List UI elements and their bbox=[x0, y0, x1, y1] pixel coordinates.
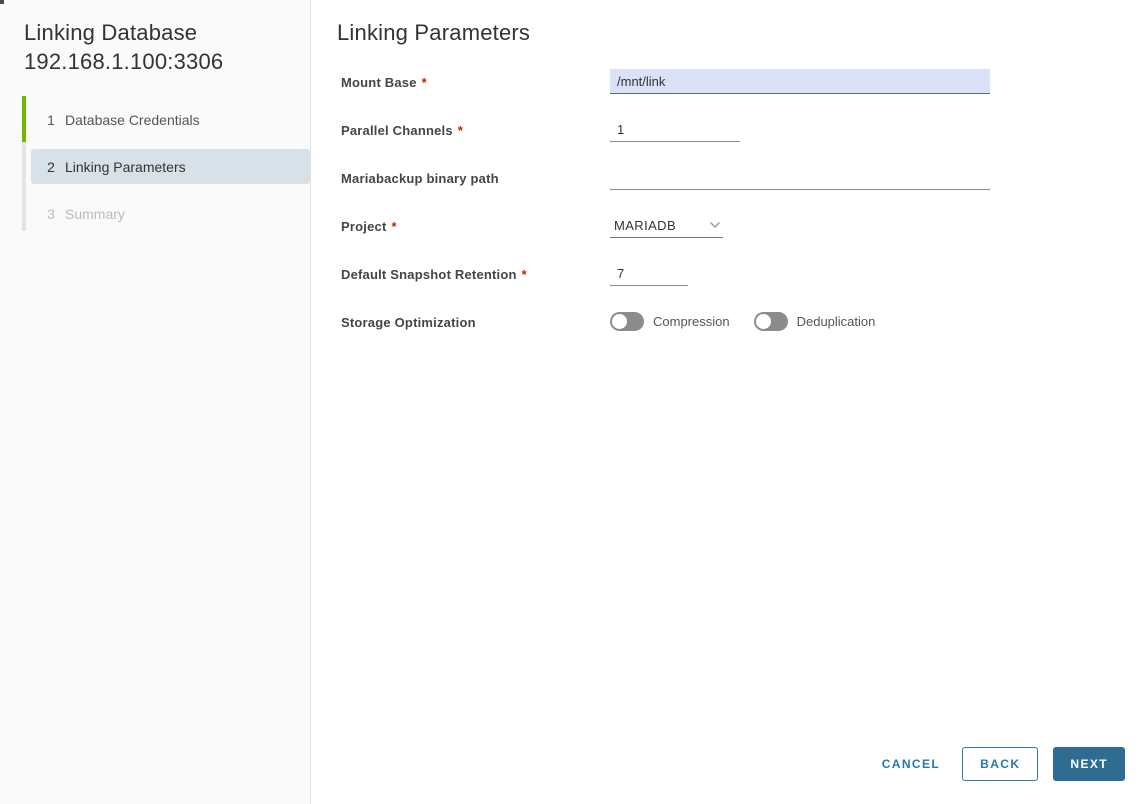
step-number: 2 bbox=[47, 158, 55, 175]
required-asterisk: * bbox=[391, 219, 397, 234]
parallel-channels-input[interactable] bbox=[610, 117, 740, 142]
project-label: Project * bbox=[341, 219, 397, 234]
snapshot-retention-label: Default Snapshot Retention * bbox=[341, 267, 527, 282]
required-asterisk: * bbox=[521, 267, 527, 282]
deduplication-toggle[interactable] bbox=[753, 312, 788, 331]
parallel-channels-row: Parallel Channels * bbox=[341, 117, 1148, 165]
required-asterisk: * bbox=[421, 75, 427, 90]
wizard-content: Linking Parameters Mount Base* Parallel … bbox=[311, 0, 1148, 804]
page-title: Linking Parameters bbox=[337, 20, 531, 45]
wizard-step-list: 1 Database Credentials 2 Linking Paramet… bbox=[0, 96, 310, 237]
wizard-footer: CANCEL BACK NEXT bbox=[882, 747, 1125, 781]
step-database-credentials[interactable]: 1 Database Credentials bbox=[0, 96, 310, 143]
mount-base-input[interactable] bbox=[610, 69, 990, 94]
step-summary: 3 Summary bbox=[0, 190, 310, 237]
wizard-title-line2: 192.168.1.100:3306 bbox=[24, 49, 224, 74]
wizard-sidebar: Linking Database 192.168.1.100:3306 1 Da… bbox=[0, 0, 311, 804]
compression-toggle[interactable] bbox=[610, 312, 644, 331]
deduplication-toggle-group: Deduplication bbox=[753, 312, 876, 331]
step-linking-parameters[interactable]: 2 Linking Parameters bbox=[0, 143, 310, 190]
step-number: 1 bbox=[47, 111, 55, 128]
next-button[interactable]: NEXT bbox=[1053, 747, 1125, 781]
back-button[interactable]: BACK bbox=[962, 747, 1039, 781]
storage-optimization-row: Storage Optimization Compression Dedupli… bbox=[341, 309, 1148, 357]
cancel-button[interactable]: CANCEL bbox=[882, 747, 940, 781]
step-label: Linking Parameters bbox=[65, 158, 186, 175]
project-selected-value: MARIADB bbox=[614, 217, 677, 233]
step-number: 3 bbox=[47, 205, 55, 222]
mount-base-label: Mount Base * bbox=[341, 75, 427, 90]
storage-optimization-label: Storage Optimization bbox=[341, 315, 476, 330]
linking-parameters-form: Mount Base* Parallel Channels* Mariaback… bbox=[341, 69, 1148, 357]
mariabackup-path-row: Mariabackup binary path bbox=[341, 165, 1148, 213]
mariabackup-path-input[interactable] bbox=[610, 165, 990, 190]
project-select[interactable]: MARIADB bbox=[610, 213, 723, 238]
wizard-title-line1: Linking Database bbox=[24, 20, 198, 45]
toggle-knob bbox=[612, 314, 627, 329]
wizard-title: Linking Database 192.168.1.100:3306 bbox=[24, 18, 310, 76]
deduplication-toggle-label: Deduplication bbox=[796, 314, 876, 329]
window-corner-artifact bbox=[0, 0, 4, 4]
step-label: Summary bbox=[65, 205, 125, 222]
snapshot-retention-row: Default Snapshot Retention * bbox=[341, 261, 1148, 309]
toggle-knob bbox=[755, 314, 771, 329]
chevron-down-icon bbox=[709, 221, 721, 229]
mariabackup-path-label: Mariabackup binary path bbox=[341, 171, 499, 186]
compression-toggle-label: Compression bbox=[653, 314, 730, 329]
parallel-channels-label: Parallel Channels * bbox=[341, 123, 464, 138]
step-label: Database Credentials bbox=[65, 111, 200, 128]
project-row: Project * MARIADB bbox=[341, 213, 1148, 261]
mount-base-row: Mount Base * bbox=[341, 69, 1148, 117]
required-asterisk: * bbox=[457, 123, 464, 138]
compression-toggle-group: Compression bbox=[610, 312, 730, 331]
snapshot-retention-input[interactable] bbox=[610, 261, 688, 286]
